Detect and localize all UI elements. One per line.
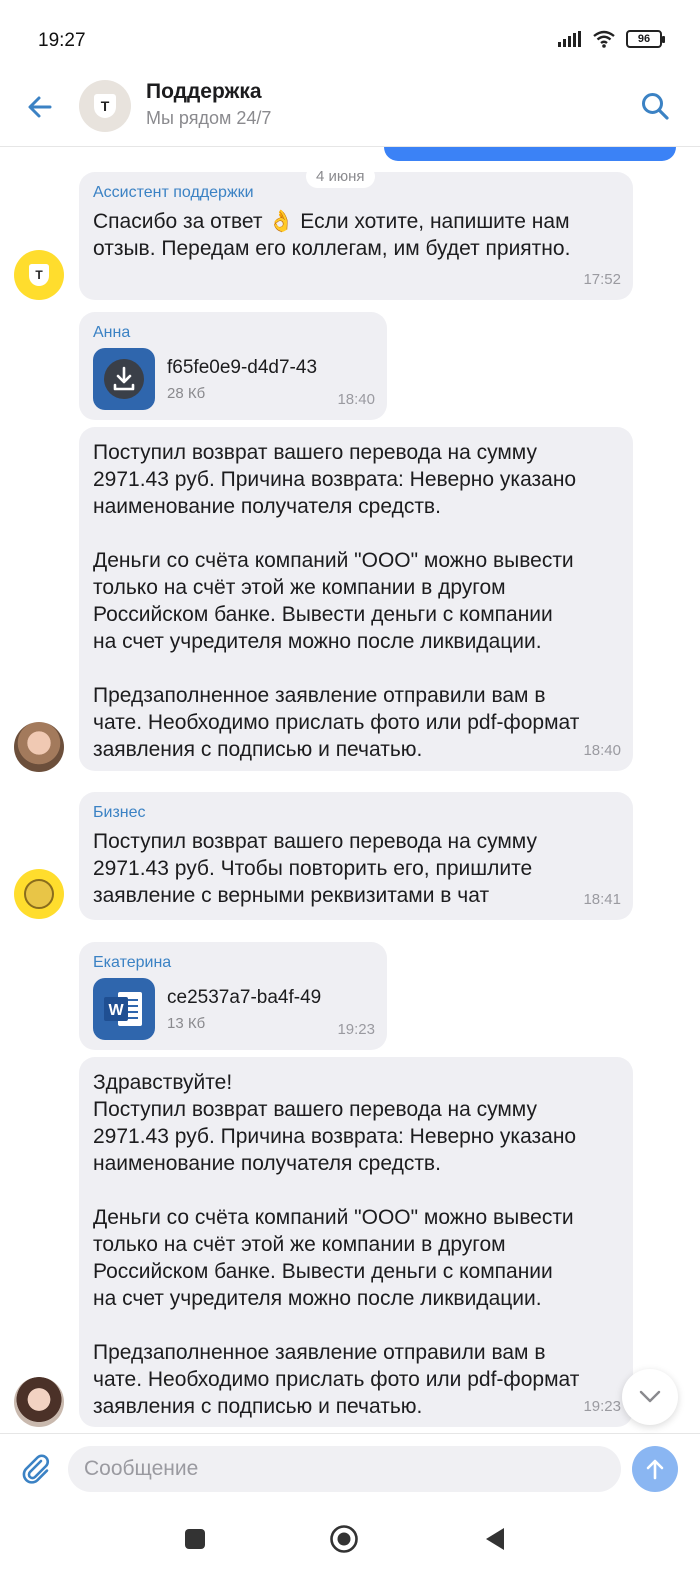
file-attachment[interactable]: W ce2537a7-ba4f-49 13 Кб [93,978,373,1040]
chat-title[interactable]: Поддержка [146,80,262,104]
svg-text:W: W [108,1002,124,1019]
triangle-back-icon [486,1528,504,1550]
file-name: f65fe0e9-d4d7-43 [167,356,318,378]
bank-emblem-icon [24,879,54,909]
message-time: 19:23 [337,1021,375,1038]
status-icons: 96 [558,30,665,48]
brand-shield-icon: T [94,94,116,118]
file-message-bubble[interactable]: Екатерина W ce2537a7-ba4f-49 13 Кб 19:23 [79,942,387,1050]
signal-icon [558,31,581,47]
message-time: 18:40 [337,391,375,408]
recent-apps-button[interactable] [177,1521,213,1557]
attach-button[interactable] [20,1452,52,1484]
paperclip-icon [22,1454,49,1484]
message-time: 18:41 [583,891,621,908]
back-button[interactable] [24,91,56,123]
file-size: 28 Кб [167,384,206,402]
message-input[interactable] [68,1446,621,1492]
outgoing-message-edge [384,147,676,161]
message-time: 19:23 [583,1398,621,1415]
assistant-avatar[interactable]: T [14,250,64,300]
chat-subtitle: Мы рядом 24/7 [146,108,272,128]
search-icon [642,93,669,120]
send-button[interactable] [632,1446,678,1492]
message-bubble[interactable]: Ассистент поддержки Спасибо за ответ 👌 Е… [79,172,633,300]
message-bubble[interactable]: Поступил возврат вашего перевода на сумм… [79,427,633,771]
file-name: ce2537a7-ba4f-49 [167,986,322,1008]
chevron-down-icon [639,1390,661,1403]
square-icon [185,1529,205,1549]
message-text: Спасибо за ответ 👌 Если хотите, напишите… [93,210,571,260]
business-avatar[interactable] [14,869,64,919]
operator-avatar-ekaterina[interactable] [14,1377,64,1427]
circle-icon [330,1525,358,1553]
file-message-bubble[interactable]: Анна f65fe0e9-d4d7-43 28 Кб 18:40 [79,312,387,420]
message-composer [0,1433,700,1505]
message-time: 17:52 [583,271,621,288]
message-text: Поступил возврат вашего перевода на сумм… [93,441,580,761]
message-sender[interactable]: Анна [93,324,373,342]
message-sender[interactable]: Бизнес [93,804,619,822]
message-text: Поступил возврат вашего перевода на сумм… [93,830,537,907]
message-list[interactable]: 4 июня Ассистент поддержки Спасибо за от… [0,147,700,1433]
chat-avatar[interactable]: T [79,80,131,132]
message-sender[interactable]: Екатерина [93,954,373,972]
message-text: Здравствуйте! Поступил возврат вашего пе… [93,1071,580,1418]
message-time: 18:40 [583,742,621,759]
arrow-up-icon [646,1459,664,1480]
word-document-icon[interactable]: W [93,978,155,1040]
status-time: 19:27 [38,30,86,51]
message-bubble[interactable]: Бизнес Поступил возврат вашего перевода … [79,792,633,920]
message-bubble[interactable]: Здравствуйте! Поступил возврат вашего пе… [79,1057,633,1427]
system-nav-bar [0,1505,700,1594]
back-nav-button[interactable] [477,1521,513,1557]
chat-header: T Поддержка Мы рядом 24/7 [0,75,700,147]
battery-icon: 96 [626,30,665,48]
wifi-icon [593,30,615,48]
date-separator: 4 июня [306,165,375,188]
file-size: 13 Кб [167,1014,206,1032]
file-download-button[interactable] [93,348,155,410]
file-attachment[interactable]: f65fe0e9-d4d7-43 28 Кб [93,348,373,410]
scroll-to-bottom-button[interactable] [622,1369,678,1425]
word-file-icon: W [104,992,142,1026]
operator-avatar-anna[interactable] [14,722,64,772]
download-icon [104,359,144,399]
search-button[interactable] [640,91,670,121]
arrow-left-icon [28,96,52,118]
brand-shield-icon: T [29,264,49,286]
battery-level: 96 [637,33,651,45]
status-bar: 19:27 96 [0,0,700,80]
home-button[interactable] [326,1521,362,1557]
